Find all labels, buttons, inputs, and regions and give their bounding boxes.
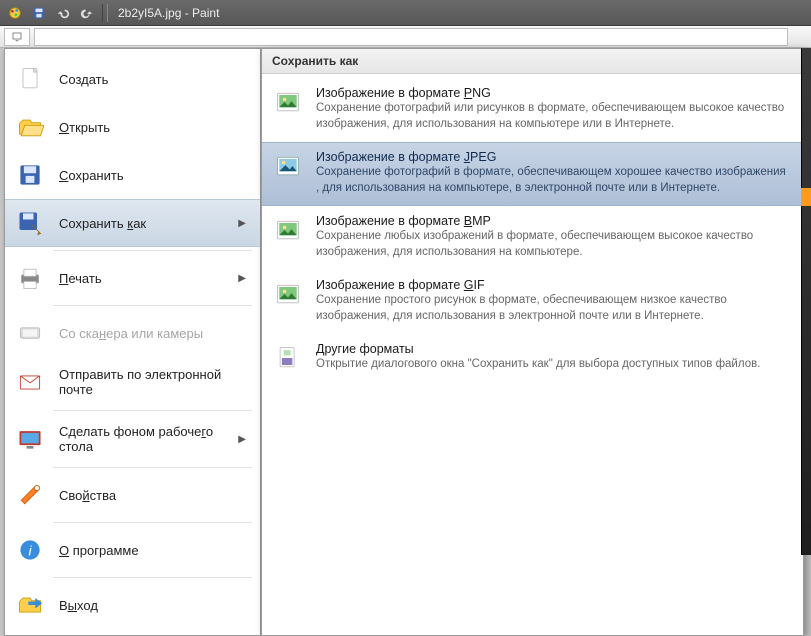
props-icon: [15, 481, 45, 509]
menu-separator: [53, 305, 252, 306]
option-description: Сохранение фотографий или рисунков в фор…: [316, 101, 789, 132]
menu-item-label: Отправить по электронной почте: [59, 367, 246, 397]
option-title: Изображение в формате JPEG: [316, 150, 789, 164]
new-icon: [15, 65, 45, 93]
exit-icon: [15, 591, 45, 619]
menu-separator: [53, 250, 252, 251]
menu-item-label: Сохранить: [59, 168, 246, 183]
qat-undo-icon[interactable]: [52, 3, 74, 23]
about-icon: i: [15, 536, 45, 564]
menu-item-label: Со сканера или камеры: [59, 326, 246, 341]
option-title: Изображение в формате PNG: [316, 86, 789, 100]
file-menu: СоздатьОткрытьСохранитьСохранить как▶Печ…: [4, 48, 261, 636]
scanner-icon: [15, 319, 45, 347]
file-menu-item-exit[interactable]: Выход: [5, 581, 260, 629]
menu-item-label: Выход: [59, 598, 246, 613]
menu-item-label: О программе: [59, 543, 246, 558]
gif-format-icon: [272, 278, 304, 310]
file-menu-item-about[interactable]: i О программе: [5, 526, 260, 574]
ribbon-bar: [0, 26, 811, 48]
jpeg-format-icon: [272, 150, 304, 182]
file-menu-item-open[interactable]: Открыть: [5, 103, 260, 151]
open-icon: [15, 113, 45, 141]
qat-save-icon[interactable]: [28, 3, 50, 23]
save-as-submenu: Сохранить как Изображение в формате PNGС…: [261, 48, 804, 636]
option-description: Сохранение простого рисунок в формате, о…: [316, 293, 789, 324]
other-format-icon: [272, 342, 304, 374]
wallpaper-icon: [15, 425, 45, 453]
bmp-format-icon: [272, 214, 304, 246]
option-title: Изображение в формате BMP: [316, 214, 789, 228]
submenu-arrow-icon: ▶: [238, 434, 246, 445]
save-icon: [15, 161, 45, 189]
mail-icon: [15, 368, 45, 396]
file-menu-item-print[interactable]: Печать ▶: [5, 254, 260, 302]
ribbon-field[interactable]: [34, 28, 788, 46]
png-format-icon: [272, 86, 304, 118]
option-title: Другие форматы: [316, 342, 789, 356]
file-menu-item-new[interactable]: Создать: [5, 55, 260, 103]
background-tab: [801, 188, 811, 206]
menu-separator: [53, 410, 252, 411]
menu-item-label: Свойства: [59, 488, 246, 503]
file-menu-item-saveas[interactable]: Сохранить как ▶: [5, 199, 260, 247]
file-menu-item-mail[interactable]: Отправить по электронной почте: [5, 357, 260, 407]
file-menu-item-scanner: Со сканера или камеры: [5, 309, 260, 357]
menu-separator: [53, 467, 252, 468]
ribbon-dropdown[interactable]: [4, 28, 30, 46]
saveas-option-jpeg[interactable]: Изображение в формате JPEGСохранение фот…: [262, 142, 803, 206]
app-icon[interactable]: [4, 3, 26, 23]
option-description: Сохранение фотографий в формате, обеспеч…: [316, 165, 789, 196]
option-description: Открытие диалогового окна "Сохранить как…: [316, 357, 789, 373]
saveas-option-bmp[interactable]: Изображение в формате BMPСохранение любы…: [262, 206, 803, 270]
qat-redo-icon[interactable]: [76, 3, 98, 23]
saveas-option-png[interactable]: Изображение в формате PNGСохранение фото…: [262, 78, 803, 142]
submenu-header: Сохранить как: [262, 49, 803, 74]
menu-separator: [53, 522, 252, 523]
menu-separator: [53, 577, 252, 578]
background-window-edge: [801, 48, 811, 555]
option-title: Изображение в формате GIF: [316, 278, 789, 292]
file-menu-item-wallpaper[interactable]: Сделать фоном рабочего стола ▶: [5, 414, 260, 464]
saveas-option-gif[interactable]: Изображение в формате GIFСохранение прос…: [262, 270, 803, 334]
submenu-arrow-icon: ▶: [238, 218, 246, 229]
file-menu-item-save[interactable]: Сохранить: [5, 151, 260, 199]
file-menu-item-props[interactable]: Свойства: [5, 471, 260, 519]
saveas-icon: [15, 209, 45, 237]
option-description: Сохранение любых изображений в формате, …: [316, 229, 789, 260]
menu-item-label: Создать: [59, 72, 246, 87]
titlebar: 2b2yI5A.jpg - Paint: [0, 0, 811, 26]
window-title: 2b2yI5A.jpg - Paint: [118, 6, 219, 20]
menu-item-label: Сделать фоном рабочего стола: [59, 424, 224, 454]
titlebar-separator: [102, 4, 108, 22]
print-icon: [15, 264, 45, 292]
submenu-arrow-icon: ▶: [238, 273, 246, 284]
menu-item-label: Печать: [59, 271, 224, 286]
menu-item-label: Сохранить как: [59, 216, 224, 231]
menu-item-label: Открыть: [59, 120, 246, 135]
saveas-option-other[interactable]: Другие форматыОткрытие диалогового окна …: [262, 334, 803, 384]
